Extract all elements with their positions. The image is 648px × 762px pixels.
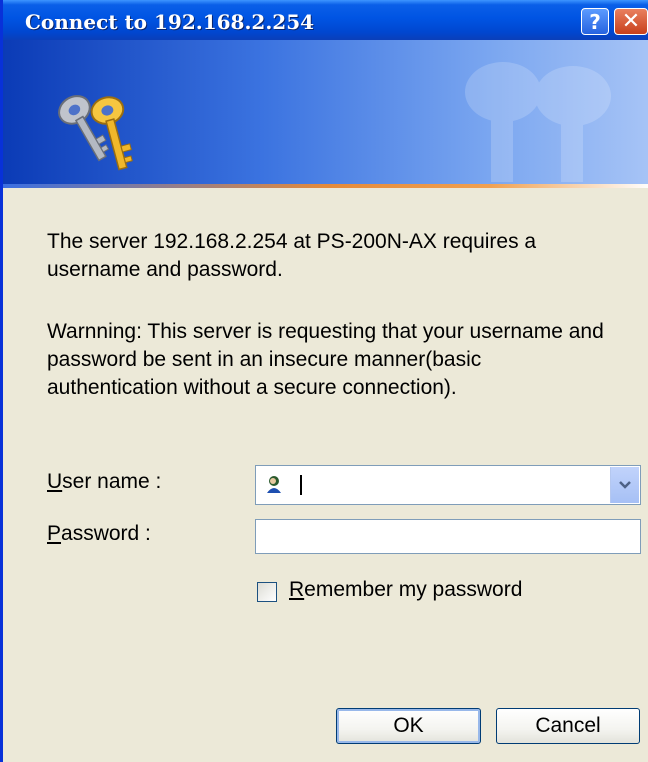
keys-icon bbox=[58, 95, 133, 171]
help-button[interactable]: ? bbox=[581, 8, 609, 35]
username-dropdown-button[interactable] bbox=[610, 467, 639, 503]
username-label-text: ser name : bbox=[62, 470, 162, 493]
cancel-button[interactable]: Cancel bbox=[496, 708, 640, 744]
remember-label-text: emember my password bbox=[304, 578, 523, 601]
login-dialog: Connect to 192.168.2.254 ? ✕ The server … bbox=[0, 0, 648, 762]
ok-button[interactable]: OK bbox=[336, 708, 481, 744]
password-label-text: assword : bbox=[61, 522, 151, 545]
banner-divider bbox=[3, 184, 648, 188]
username-label: User name : bbox=[47, 470, 161, 494]
text-cursor bbox=[300, 475, 302, 495]
window-title: Connect to 192.168.2.254 bbox=[25, 10, 315, 34]
close-button[interactable]: ✕ bbox=[614, 8, 648, 35]
remember-password-checkbox[interactable] bbox=[257, 582, 277, 602]
server-message: The server 192.168.2.254 at PS-200N-AX r… bbox=[47, 230, 537, 281]
username-accelerator: U bbox=[47, 470, 63, 493]
banner bbox=[3, 40, 648, 184]
remember-accelerator: R bbox=[289, 578, 305, 601]
title-bar[interactable]: Connect to 192.168.2.254 ? ✕ bbox=[3, 0, 648, 40]
password-input[interactable] bbox=[255, 519, 641, 554]
password-label: Password : bbox=[47, 522, 151, 546]
remember-password-label[interactable]: Remember my password bbox=[289, 578, 522, 602]
keys-watermark-icon bbox=[465, 62, 611, 182]
user-avatar-icon bbox=[264, 474, 284, 494]
chevron-down-icon bbox=[619, 481, 631, 489]
warning-message: Warnning: This server is requesting that… bbox=[47, 320, 604, 399]
password-accelerator: P bbox=[47, 522, 62, 545]
username-combobox[interactable] bbox=[255, 465, 641, 505]
